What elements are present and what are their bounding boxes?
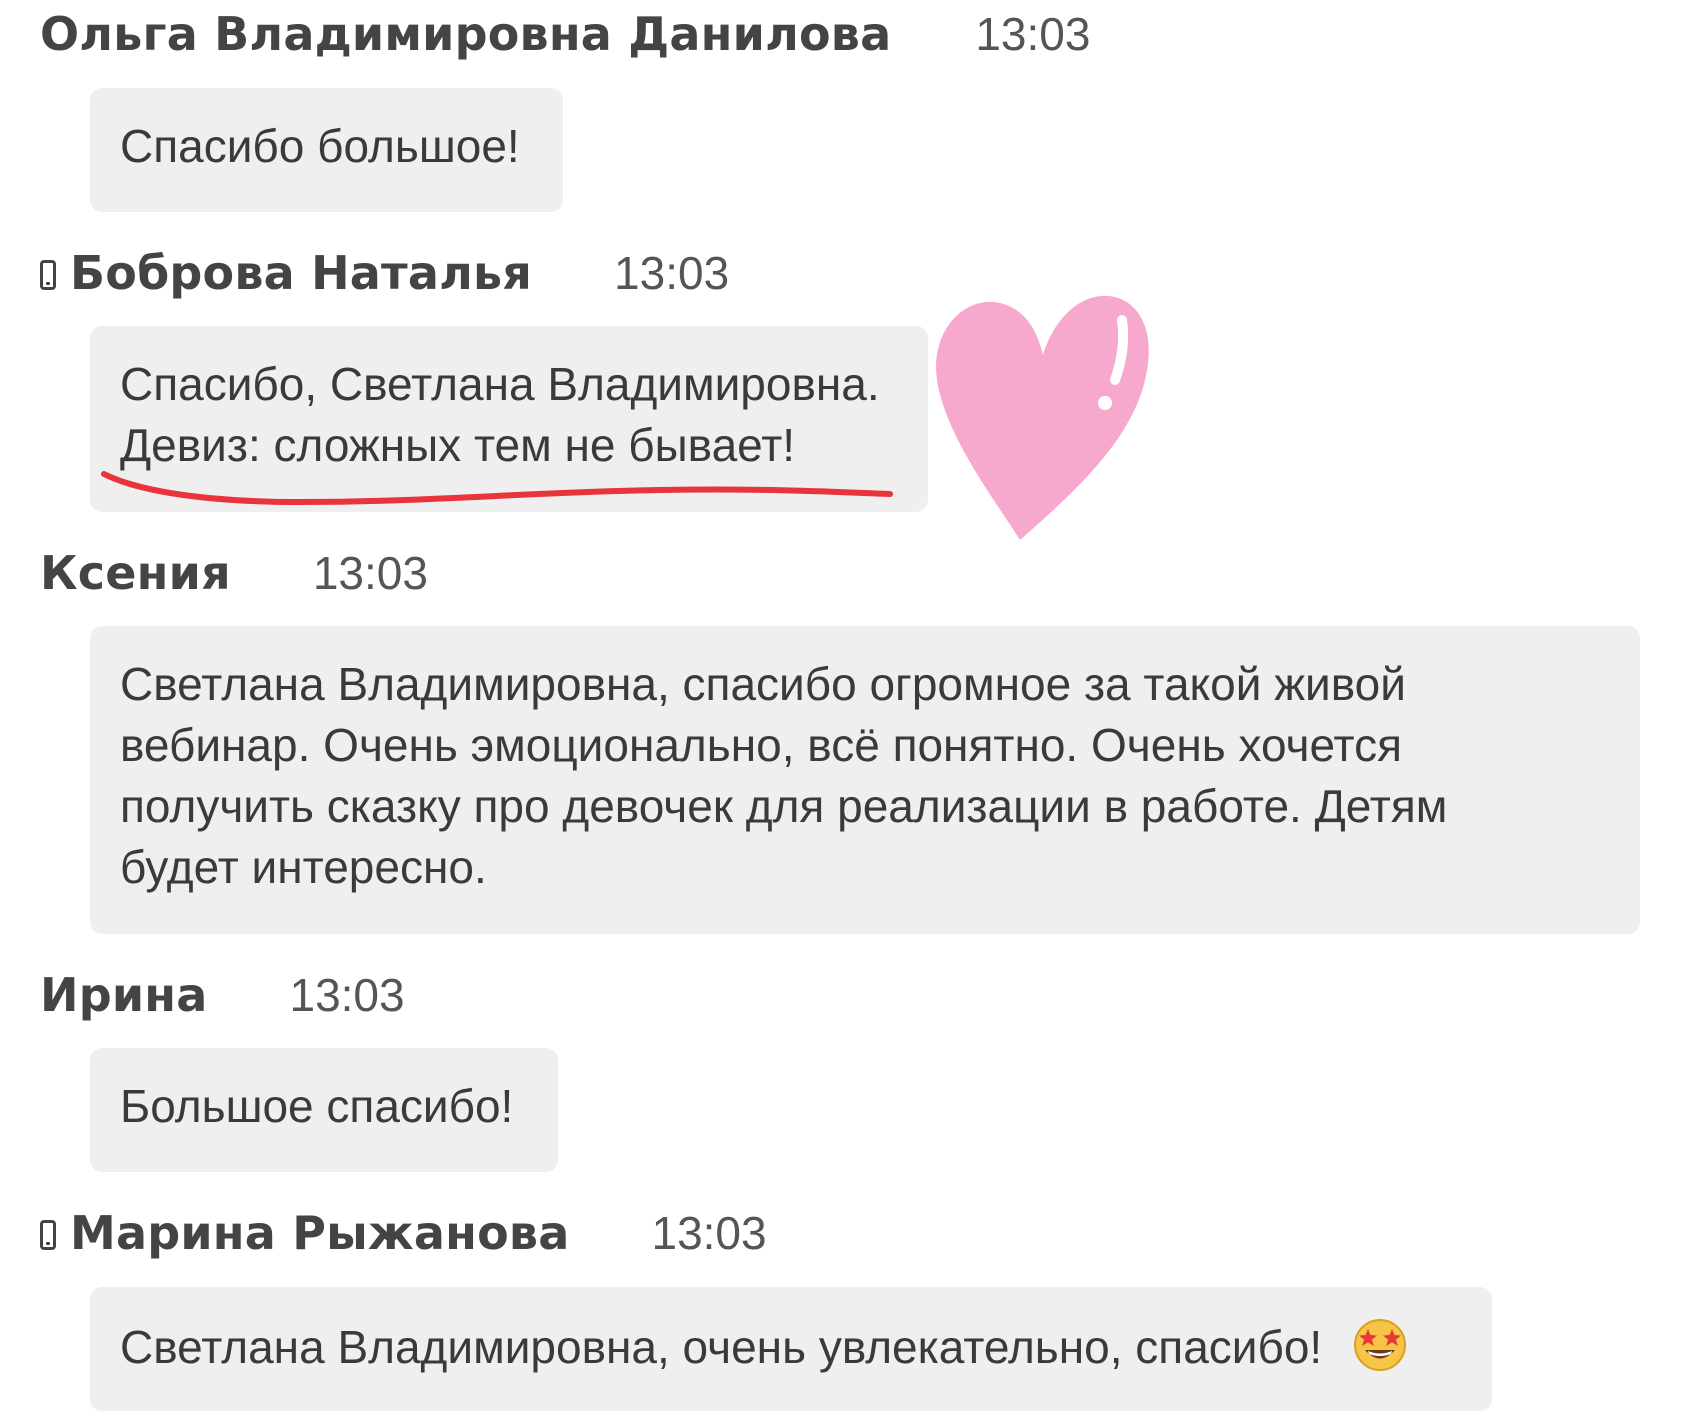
message-header: Ирина 13:03 — [40, 965, 405, 1025]
message-text: Светлана Владимировна, очень увлекательн… — [120, 1321, 1323, 1373]
mobile-phone-icon — [40, 260, 56, 290]
message-header: Боброва Наталья 13:03 — [40, 243, 729, 303]
message-text: Светлана Владимировна, спасибо огромное … — [120, 658, 1448, 893]
message-time: 13:03 — [975, 8, 1091, 60]
message-header: Ксения 13:03 — [40, 543, 428, 603]
message-header: Ольга Владимировна Данилова 13:03 — [40, 4, 1090, 64]
message-time: 13:03 — [312, 547, 428, 599]
sender-name: Боброва Наталья — [70, 246, 533, 300]
message-time: 13:03 — [614, 247, 730, 299]
message-bubble: Светлана Владимировна, спасибо огромное … — [90, 626, 1640, 934]
sender-name: Ольга Владимировна Данилова — [40, 7, 892, 61]
message-text: Спасибо большое! — [120, 120, 520, 172]
sender-name: Ирина — [40, 968, 208, 1022]
mobile-phone-icon — [40, 1220, 56, 1250]
sender-name: Марина Рыжанова — [70, 1206, 570, 1260]
message-bubble: Большое спасибо! — [90, 1048, 558, 1172]
star-struck-emoji-icon — [1353, 1319, 1406, 1371]
sender-name: Ксения — [40, 546, 231, 600]
heart-sticker-icon — [936, 295, 1149, 540]
message-text: Большое спасибо! — [120, 1080, 514, 1132]
message-text: Спасибо, Светлана Владимировна. Девиз: с… — [120, 358, 880, 471]
message-bubble: Светлана Владимировна, очень увлекательн… — [90, 1287, 1492, 1411]
message-bubble: Спасибо большое! — [90, 88, 563, 212]
message-time: 13:03 — [651, 1207, 767, 1259]
message-time: 13:03 — [289, 969, 405, 1021]
red-underline-mark — [101, 471, 893, 506]
message-header: Марина Рыжанова 13:03 — [40, 1203, 767, 1263]
